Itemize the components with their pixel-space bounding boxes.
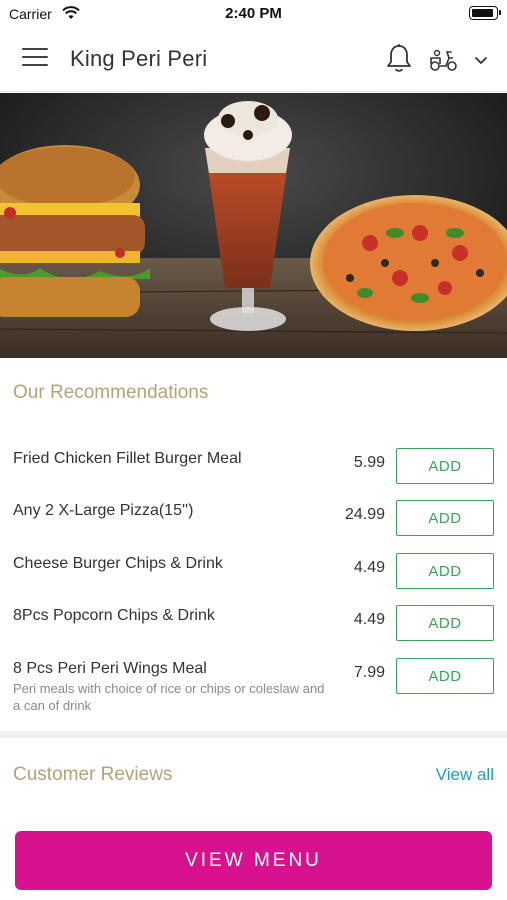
item-name: 8 Pcs Peri Peri Wings Meal: [13, 660, 207, 677]
list-item: Any 2 X-Large Pizza(15'') 24.99 ADD: [0, 500, 507, 552]
section-divider: [0, 731, 507, 738]
item-name: Any 2 X-Large Pizza(15''): [13, 502, 194, 519]
burger-image: [0, 145, 150, 317]
clock: 2:40 PM: [225, 5, 282, 22]
item-name: Fried Chicken Fillet Burger Meal: [13, 450, 242, 467]
recommendations-title: Our Recommendations: [13, 382, 209, 403]
battery-icon: [469, 6, 501, 20]
add-button[interactable]: ADD: [396, 500, 494, 536]
item-name: Cheese Burger Chips & Drink: [13, 555, 223, 572]
scooter-icon: [430, 49, 457, 71]
item-price: 4.49: [353, 611, 385, 628]
bell-icon[interactable]: [384, 43, 414, 75]
list-item: 8Pcs Popcorn Chips & Drink 4.49 ADD: [0, 605, 507, 657]
item-price: 4.49: [353, 559, 385, 576]
hamburger-menu-icon[interactable]: [22, 48, 48, 70]
item-description: Peri meals with choice of rice or chips …: [13, 681, 325, 713]
item-price: 5.99: [353, 454, 385, 471]
list-item: Cheese Burger Chips & Drink 4.49 ADD: [0, 553, 507, 605]
chevron-down-icon: [475, 57, 487, 64]
list-item: Fried Chicken Fillet Burger Meal 5.99 AD…: [0, 448, 507, 500]
status-bar: Carrier 2:40 PM: [0, 0, 507, 28]
item-name: 8Pcs Popcorn Chips & Drink: [13, 607, 215, 624]
list-item: 8 Pcs Peri Peri Wings Meal Peri meals wi…: [0, 658, 507, 718]
add-button[interactable]: ADD: [396, 448, 494, 484]
add-button[interactable]: ADD: [396, 658, 494, 694]
hero-banner-image: [0, 93, 507, 358]
delivery-mode-selector[interactable]: [428, 46, 492, 74]
view-menu-button[interactable]: VIEW MENU: [15, 831, 492, 890]
add-button[interactable]: ADD: [396, 553, 494, 589]
view-all-link[interactable]: View all: [436, 765, 494, 785]
page-title: King Peri Peri: [70, 46, 208, 71]
item-price: 24.99: [344, 506, 385, 523]
add-button[interactable]: ADD: [396, 605, 494, 641]
app-header: King Peri Peri: [0, 28, 507, 92]
item-price: 7.99: [353, 664, 385, 681]
reviews-title: Customer Reviews: [13, 764, 173, 785]
